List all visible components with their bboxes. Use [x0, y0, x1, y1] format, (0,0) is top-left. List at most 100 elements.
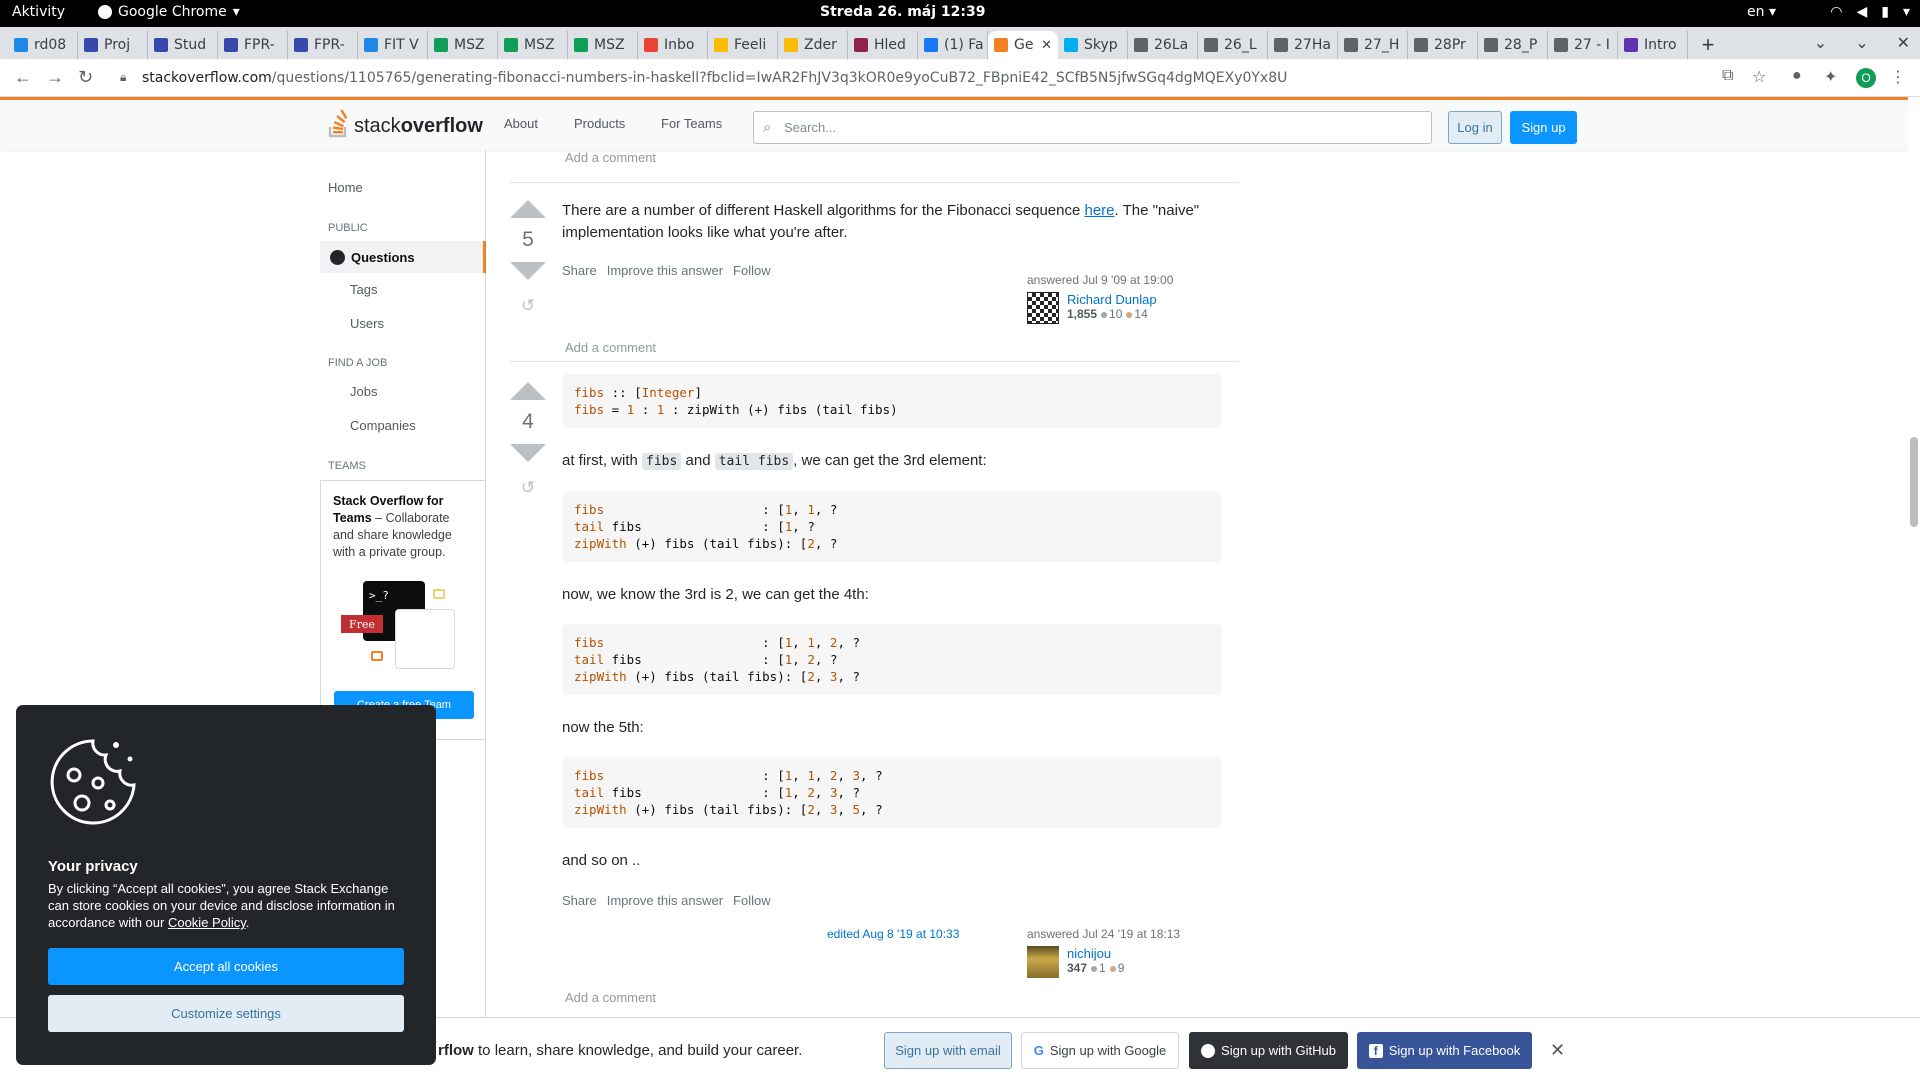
signup-facebook-button[interactable]: f Sign up with Facebook [1357, 1032, 1532, 1069]
browser-tab[interactable]: Skyp [1058, 31, 1128, 59]
browser-tab[interactable]: Intro [1618, 31, 1688, 59]
browser-tab[interactable]: 27_H [1338, 31, 1408, 59]
tab-label: Zder [804, 37, 837, 53]
add-comment-link[interactable]: Add a comment [565, 340, 656, 355]
sequence-value: 2 [807, 536, 815, 551]
google-icon: G [1033, 1043, 1044, 1058]
browser-tab[interactable]: 27 - I [1548, 31, 1618, 59]
sidebar-item-jobs[interactable]: Jobs [350, 384, 377, 399]
app-menu[interactable]: Google Chrome ▾ [98, 4, 240, 20]
reload-icon[interactable]: ↻ [78, 67, 93, 88]
page-scrollbar[interactable] [1908, 97, 1920, 1080]
downvote-arrow-icon[interactable] [510, 444, 546, 462]
answer-link-here[interactable]: here [1085, 202, 1115, 219]
signup-email-button[interactable]: Sign up with email [884, 1032, 1012, 1069]
sequence-value: 3 [852, 768, 861, 783]
system-tray[interactable]: ◠ ◀ ▮ ▾ [1830, 4, 1910, 20]
back-arrow-icon[interactable]: ← [14, 67, 32, 88]
forward-arrow-icon[interactable]: → [46, 67, 64, 88]
edited-time-link[interactable]: edited Aug 8 '19 at 10:33 [827, 927, 959, 941]
puzzle-icon[interactable]: ✦ [1824, 67, 1837, 87]
avatar[interactable] [1027, 946, 1059, 978]
browser-tab[interactable]: 28Pr [1408, 31, 1478, 59]
browser-tab[interactable]: FPR- [218, 31, 288, 59]
downvote-arrow-icon[interactable] [510, 262, 546, 280]
browser-tab[interactable]: Proj [78, 31, 148, 59]
signup-github-button[interactable]: Sign up with GitHub [1189, 1032, 1348, 1069]
user-name-link[interactable]: nichijou [1067, 946, 1124, 961]
customize-settings-button[interactable]: Customize settings [48, 995, 404, 1032]
follow-link[interactable]: Follow [733, 260, 771, 282]
share-link[interactable]: Share [562, 890, 597, 912]
follow-link[interactable]: Follow [733, 890, 771, 912]
browser-tab[interactable]: Stud [148, 31, 218, 59]
browser-tab[interactable]: 26La [1128, 31, 1198, 59]
signup-google-button[interactable]: G Sign up with Google [1021, 1032, 1179, 1069]
improve-answer-link[interactable]: Improve this answer [607, 890, 723, 912]
browser-tab[interactable]: 26_L [1198, 31, 1268, 59]
language-indicator[interactable]: en ▾ [1747, 4, 1776, 20]
minimize-icon[interactable]: ⌄ [1855, 33, 1868, 53]
upvote-arrow-icon[interactable] [510, 200, 546, 218]
extension-icon[interactable]: ● [1792, 67, 1802, 85]
history-icon[interactable]: ↺ [510, 478, 546, 498]
cookie-policy-link[interactable]: Cookie Policy [168, 915, 246, 930]
browser-tab[interactable]: Ge ✕ [988, 31, 1058, 59]
close-tab-icon[interactable]: ✕ [1041, 38, 1052, 53]
browser-tab[interactable]: rd08 [8, 31, 78, 59]
code-block: fibs : [1, 1, ? tail fibs : [1, ? zipWit… [562, 491, 1222, 562]
nav-products[interactable]: Products [574, 116, 625, 131]
sequence-value: 2 [807, 785, 815, 800]
avatar[interactable] [1027, 292, 1059, 324]
site-logo[interactable]: stackoverflow [328, 110, 483, 138]
browser-tab[interactable]: 28_P [1478, 31, 1548, 59]
tab-label: Hled [874, 37, 906, 53]
tab-search-icon[interactable]: ⌄ [1814, 33, 1827, 53]
browser-tab[interactable]: 27Ha [1268, 31, 1338, 59]
signup-button[interactable]: Sign up [1510, 111, 1577, 144]
browser-tab[interactable]: Feeli [708, 31, 778, 59]
history-icon[interactable]: ↺ [510, 296, 546, 316]
clock[interactable]: Streda 26. máj 12:39 [820, 4, 985, 20]
add-comment-link[interactable]: Add a comment [565, 990, 656, 1005]
share-link[interactable]: Share [562, 260, 597, 282]
address-bar[interactable]: 🔒︎ stackoverflow.com/questions/1105765/g… [120, 64, 1730, 92]
site-search-input[interactable]: ⌕ Search... [753, 111, 1432, 144]
browser-tab[interactable]: Inbo [638, 31, 708, 59]
improve-answer-link[interactable]: Improve this answer [607, 260, 723, 282]
nav-about[interactable]: About [504, 116, 538, 131]
nav-for-teams[interactable]: For Teams [661, 116, 722, 131]
sidebar-item-tags[interactable]: Tags [350, 282, 377, 297]
browser-tab[interactable]: Zder [778, 31, 848, 59]
sequence-value: 1 [784, 502, 793, 517]
scrollbar-thumb[interactable] [1910, 437, 1918, 527]
new-tab-plus-icon[interactable]: + [1688, 31, 1728, 59]
search-placeholder: Search... [784, 120, 837, 135]
close-icon[interactable]: ✕ [1550, 1040, 1565, 1061]
activities-button[interactable]: Aktivity [12, 4, 65, 20]
profile-avatar[interactable]: O [1856, 68, 1876, 88]
bookmark-star-icon[interactable]: ☆ [1752, 67, 1766, 87]
browser-tab[interactable]: FPR- [288, 31, 358, 59]
browser-tab[interactable]: Hled [848, 31, 918, 59]
browser-tab[interactable]: (1) Fa [918, 31, 988, 59]
sidebar-item-home[interactable]: Home [328, 180, 363, 195]
sidebar-item-questions[interactable]: Questions [320, 241, 486, 273]
translate-icon[interactable]: ⧉ [1722, 67, 1733, 85]
answered-time: answered Jul 9 '09 at 19:00 [1027, 273, 1174, 287]
sidebar-item-companies[interactable]: Companies [350, 418, 416, 433]
kebab-menu-icon[interactable]: ⋮ [1890, 67, 1906, 87]
answer-divider [510, 182, 1238, 183]
browser-tab[interactable]: FIT V [358, 31, 428, 59]
accept-cookies-button[interactable]: Accept all cookies [48, 948, 404, 985]
login-button[interactable]: Log in [1448, 111, 1502, 144]
browser-tab[interactable]: MSZ [498, 31, 568, 59]
browser-tab[interactable]: MSZ [428, 31, 498, 59]
close-window-icon[interactable]: ✕ [1897, 33, 1910, 53]
user-name-link[interactable]: Richard Dunlap [1067, 292, 1157, 307]
add-comment-link[interactable]: Add a comment [565, 150, 656, 165]
browser-tab[interactable]: MSZ [568, 31, 638, 59]
signup-facebook-label: Sign up with Facebook [1388, 1043, 1521, 1058]
sidebar-item-users[interactable]: Users [350, 316, 384, 331]
upvote-arrow-icon[interactable] [510, 382, 546, 400]
